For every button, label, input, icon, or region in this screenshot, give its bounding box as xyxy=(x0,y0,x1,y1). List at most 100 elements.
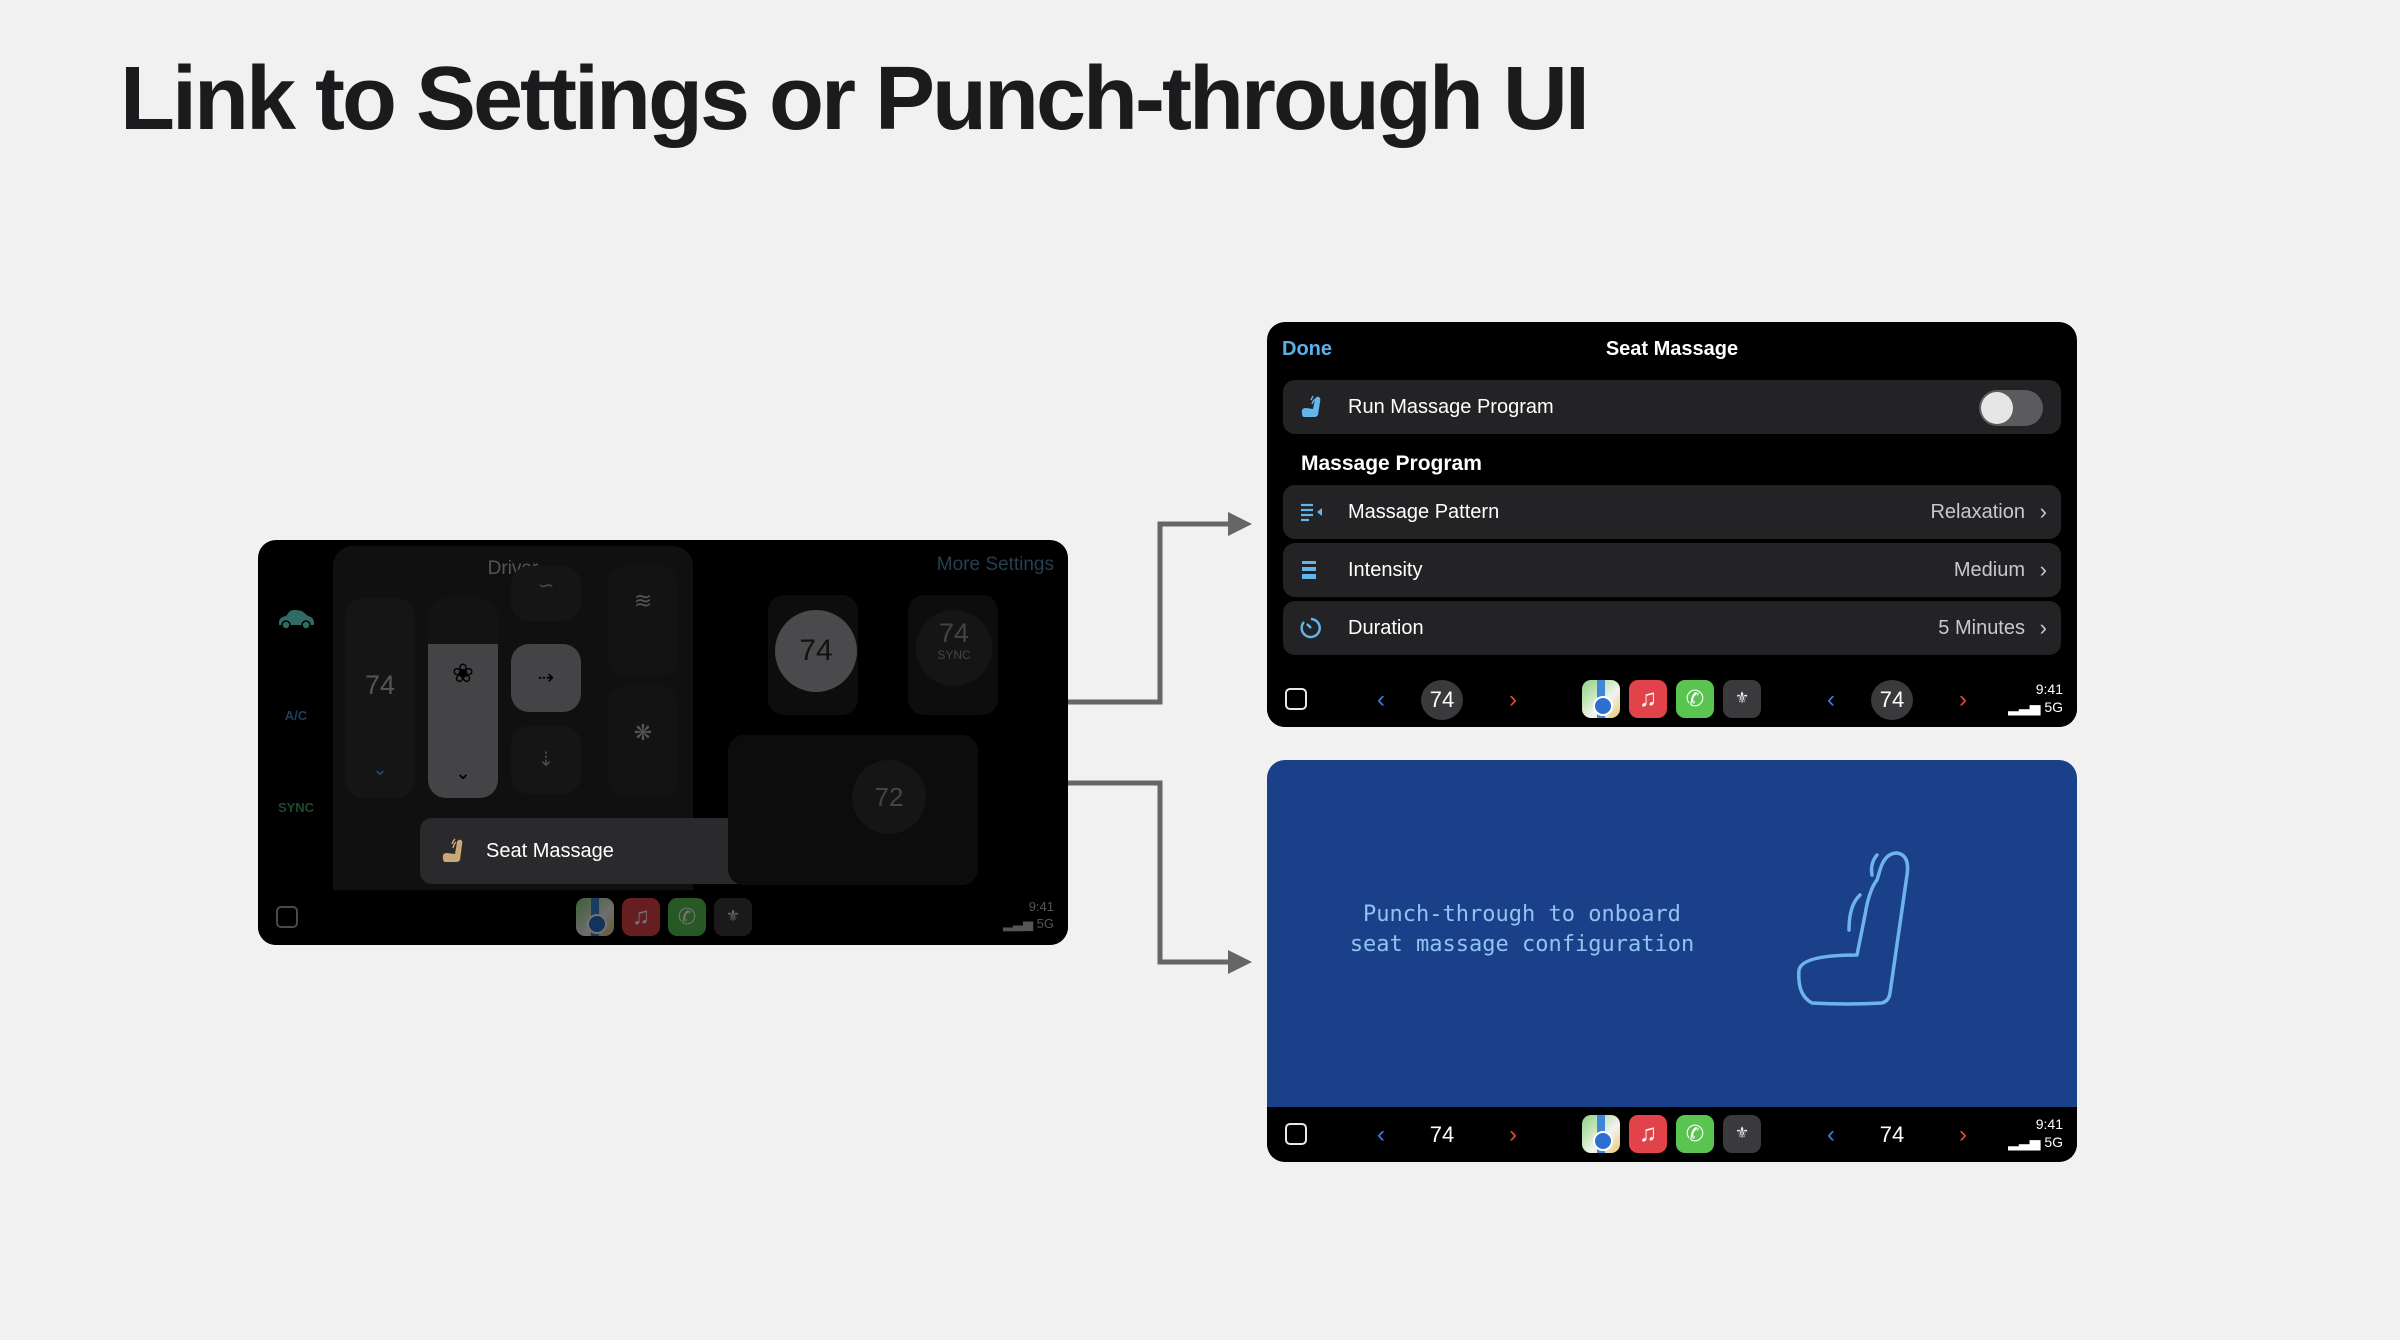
seat-massage-label: Seat Massage xyxy=(486,840,614,862)
music-app-icon[interactable]: ♫ xyxy=(1629,1115,1667,1153)
front-right-sync-label: SYNC xyxy=(937,648,971,662)
seat-massage-outline-icon xyxy=(1797,851,1910,1006)
temp-down-icon[interactable]: ‹ xyxy=(1377,1121,1385,1149)
ac-button[interactable]: A/C xyxy=(272,708,320,723)
status-area: 9:41 ▂▃▅ 5G xyxy=(2008,1115,2063,1151)
signal-indicator: ▂▃▅ 5G xyxy=(2008,698,2063,716)
chevron-down-icon[interactable]: ⌄ xyxy=(345,759,415,780)
signal-bars-icon: ▂▃▅ xyxy=(1003,916,1034,931)
car-icon[interactable] xyxy=(272,608,320,633)
caption-line-1: Punch-through to onboard xyxy=(1363,902,1681,927)
status-area: 9:41 ▂▃▅ 5G xyxy=(2008,680,2063,716)
temp-down-icon[interactable]: ‹ xyxy=(1827,686,1835,714)
driver-card: Driver 74 ⌄ ❀ ⌄ ∽ ⇢ ⇣ ≋ ❋ Seat Massage xyxy=(333,546,753,891)
massage-pattern-row[interactable]: Massage Pattern Relaxation › xyxy=(1283,485,2061,539)
run-massage-row[interactable]: Run Massage Program xyxy=(1283,380,2061,434)
driver-temp[interactable]: 74 xyxy=(1421,1115,1463,1155)
punch-through-screen: Punch-through to onboard seat massage co… xyxy=(1267,760,2077,1162)
phone-app-icon[interactable]: ✆ xyxy=(668,898,706,936)
driver-temp[interactable]: 74 xyxy=(1421,680,1463,720)
seat-cool-button[interactable]: ❋ xyxy=(608,686,678,798)
signal-bars-icon: ▂▃▅ xyxy=(2008,1134,2041,1150)
punch-through-caption: Punch-through to onboard seat massage co… xyxy=(1347,900,1697,960)
climate-app-icon[interactable]: ⚜ xyxy=(714,898,752,936)
phone-app-icon[interactable]: ✆ xyxy=(1676,680,1714,718)
music-app-icon[interactable]: ♫ xyxy=(1629,680,1667,718)
timer-icon xyxy=(1300,617,1321,639)
intensity-label: Intensity xyxy=(1348,559,1423,581)
sync-button[interactable]: SYNC xyxy=(272,800,320,815)
driver-temp-value: 74 xyxy=(364,670,396,700)
airflow-face-button[interactable]: ⇢ xyxy=(511,644,581,712)
caption-line-2: seat massage configuration xyxy=(1349,932,1695,957)
climate-app-icon[interactable]: ⚜ xyxy=(1723,1115,1761,1153)
front-left-temp[interactable]: 74 xyxy=(775,610,857,692)
climate-screen-dimmed: A/C SYNC Driver 74 ⌄ ❀ ⌄ ∽ ⇢ ⇣ ≋ ❋ Seat … xyxy=(258,540,1068,945)
driver-climate-control: ‹ 74 › xyxy=(1377,1115,1517,1155)
signal-bars-icon: ▂▃▅ xyxy=(2008,699,2041,715)
passenger-climate-control: ‹ 74 › xyxy=(1827,680,1967,720)
passenger-temp[interactable]: 74 xyxy=(1871,1115,1913,1155)
temp-down-icon[interactable]: ‹ xyxy=(1827,1121,1835,1149)
dock-apps: ♫ ✆ ⚜ xyxy=(1582,1115,1761,1153)
clock: 9:41 xyxy=(1028,899,1054,914)
seat-massage-icon xyxy=(442,838,463,862)
massage-pattern-label: Massage Pattern xyxy=(1348,501,1500,523)
massage-pattern-value: Relaxation xyxy=(1930,501,2025,523)
dock: ‹ 74 › ♫ ✆ ⚜ ‹ 74 › 9:41 ▂▃▅ 5G xyxy=(1267,1107,2077,1162)
home-icon[interactable] xyxy=(1285,688,1307,710)
clock: 9:41 xyxy=(2035,681,2063,697)
arrow-to-settings xyxy=(1068,512,1252,705)
dock-apps: ♫ ✆ ⚜ xyxy=(576,898,752,936)
more-settings-link[interactable]: More Settings xyxy=(937,554,1054,576)
signal-indicator: ▂▃▅ 5G xyxy=(1003,915,1054,932)
driver-climate-control: ‹ 74 › xyxy=(1377,680,1517,720)
fan-speed-fill[interactable]: ❀ ⌄ xyxy=(428,644,498,798)
network-label: 5G xyxy=(1036,916,1054,931)
maps-app-icon[interactable] xyxy=(1582,1115,1620,1153)
chevron-right-icon: › xyxy=(2039,615,2047,640)
network-label: 5G xyxy=(2044,699,2063,715)
maps-app-icon[interactable] xyxy=(576,898,614,936)
duration-label: Duration xyxy=(1348,617,1424,639)
network-label: 5G xyxy=(2044,1134,2063,1150)
intensity-value: Medium xyxy=(1953,559,2025,581)
seat-massage-button[interactable]: Seat Massage xyxy=(420,818,753,884)
pattern-icon xyxy=(1301,503,1322,522)
temp-down-icon[interactable]: ‹ xyxy=(1377,686,1385,714)
front-right-temp-value: 74 xyxy=(938,618,970,648)
home-icon[interactable] xyxy=(1285,1123,1307,1145)
driver-temp-slider[interactable]: 74 ⌄ xyxy=(345,598,415,798)
temp-up-icon[interactable]: › xyxy=(1509,1121,1517,1149)
home-icon[interactable] xyxy=(276,906,298,928)
music-app-icon[interactable]: ♫ xyxy=(622,898,660,936)
page-title: Link to Settings or Punch-through UI xyxy=(120,49,1590,149)
section-header: Massage Program xyxy=(1301,452,1482,475)
passenger-temp[interactable]: 74 xyxy=(1871,680,1913,720)
phone-app-icon[interactable]: ✆ xyxy=(1676,1115,1714,1153)
dock-apps: ♫ ✆ ⚜ xyxy=(1582,680,1761,718)
signal-indicator: ▂▃▅ 5G xyxy=(2008,1133,2063,1151)
seat-heat-button[interactable]: ≋ xyxy=(608,566,678,676)
chevron-down-icon[interactable]: ⌄ xyxy=(428,763,498,784)
duration-row[interactable]: Duration 5 Minutes › xyxy=(1283,601,2061,655)
temp-up-icon[interactable]: › xyxy=(1959,686,1967,714)
intensity-row[interactable]: Intensity Medium › xyxy=(1283,543,2061,597)
duration-value: 5 Minutes xyxy=(1938,617,2025,639)
airflow-windshield-button[interactable]: ∽ xyxy=(511,566,581,621)
front-right-temp[interactable]: 74 SYNC xyxy=(916,610,992,686)
screen-title: Seat Massage xyxy=(1605,338,1739,360)
temp-up-icon[interactable]: › xyxy=(1959,1121,1967,1149)
temp-up-icon[interactable]: › xyxy=(1509,686,1517,714)
chevron-right-icon: › xyxy=(2039,557,2047,582)
run-massage-toggle[interactable] xyxy=(1979,390,2043,426)
chevron-right-icon: › xyxy=(2039,499,2047,524)
intensity-icon xyxy=(1302,561,1316,579)
airflow-feet-button[interactable]: ⇣ xyxy=(511,726,581,794)
passenger-climate-control: ‹ 74 › xyxy=(1827,1115,1967,1155)
dock: ‹ 74 › ♫ ✆ ⚜ ‹ 74 › 9:41 ▂▃▅ 5G xyxy=(1267,672,2077,727)
rear-temp[interactable]: 72 xyxy=(852,760,926,834)
maps-app-icon[interactable] xyxy=(1582,680,1620,718)
seat-massage-icon xyxy=(1301,395,1321,417)
climate-app-icon[interactable]: ⚜ xyxy=(1723,680,1761,718)
